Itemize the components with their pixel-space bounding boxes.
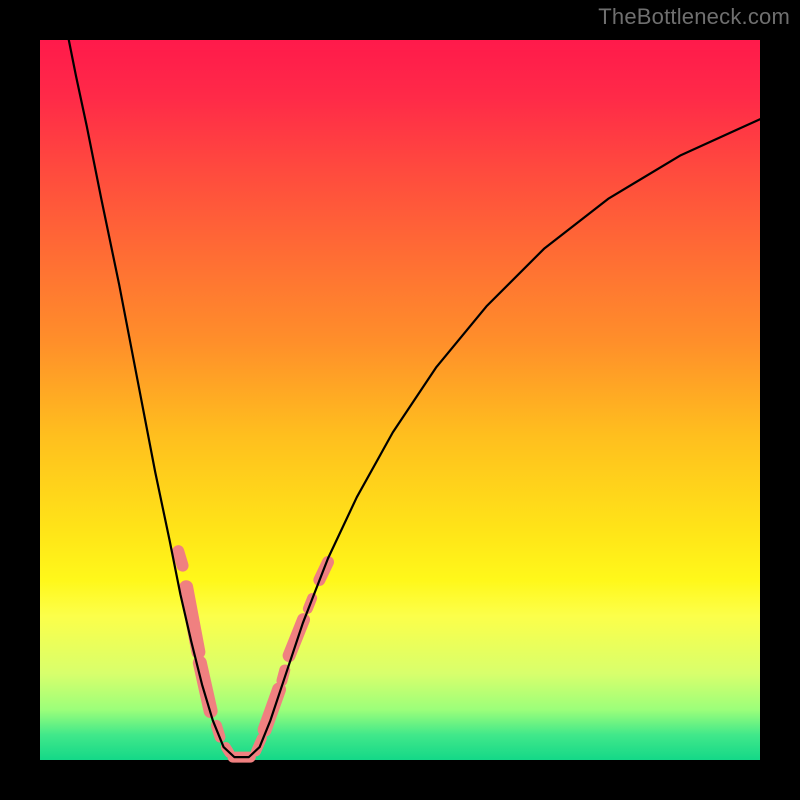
marker-capsule <box>178 551 182 565</box>
watermark-text: TheBottleneck.com <box>598 4 790 30</box>
chart-frame: TheBottleneck.com <box>0 0 800 800</box>
plot-background <box>40 40 760 760</box>
chart-canvas <box>0 0 800 800</box>
